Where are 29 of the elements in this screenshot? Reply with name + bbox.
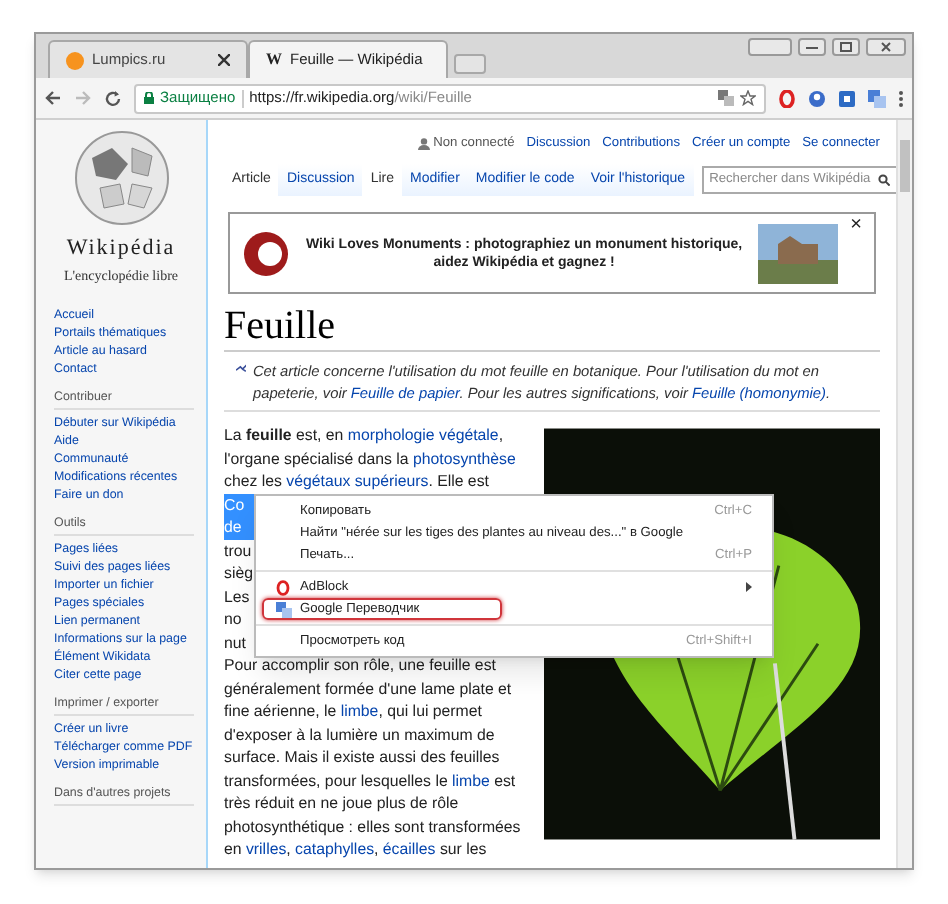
maximize-icon: [832, 38, 860, 56]
submenu-arrow-icon: [746, 582, 752, 592]
castle-photo: [758, 223, 839, 283]
close-button[interactable]: ×: [850, 216, 862, 236]
translate-icon: [276, 601, 292, 617]
scrollbar[interactable]: [896, 120, 912, 868]
new-tab-button[interactable]: [454, 54, 486, 74]
favicon: W: [266, 48, 282, 72]
lock-icon: [144, 92, 154, 104]
reload-icon: [104, 89, 122, 107]
menu-icon: [898, 89, 904, 107]
star-icon: [740, 90, 756, 106]
profile-button[interactable]: [748, 38, 792, 56]
close-icon: [218, 54, 230, 66]
page-title: Feuille: [224, 302, 880, 352]
ring-icon: [276, 579, 290, 595]
site-logo-icon: [66, 51, 84, 69]
minimize-icon: [798, 38, 826, 56]
translate-icon: [718, 90, 734, 106]
ring-icon: [778, 89, 796, 107]
square-icon: [838, 89, 856, 107]
search-icon: [877, 174, 890, 186]
close-icon: [866, 38, 906, 56]
globe-puzzle-logo: [71, 128, 171, 228]
back-arrow-icon: [44, 90, 62, 106]
translate-icon: [868, 89, 886, 107]
wikipedia-wordmark: Wikipédia: [66, 234, 176, 264]
user-icon: [417, 137, 430, 150]
forward-arrow-icon: [74, 90, 92, 106]
